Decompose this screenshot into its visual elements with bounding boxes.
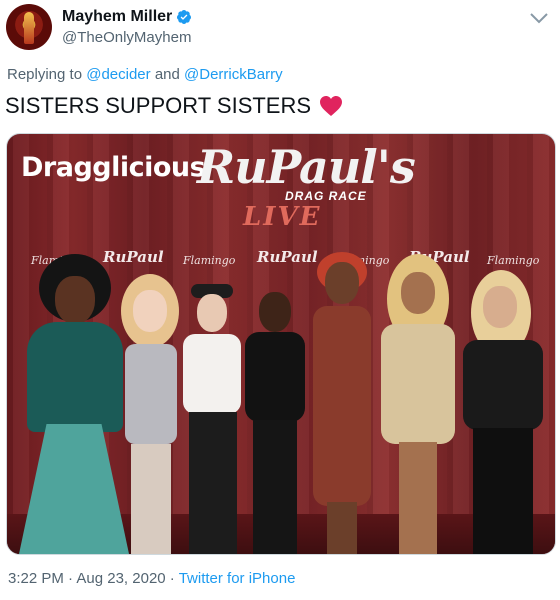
reply-prefix: Replying to — [7, 66, 87, 83]
meta-separator: · — [165, 570, 179, 587]
red-heart-icon — [319, 95, 343, 117]
photo-person — [305, 252, 379, 554]
tweet: Mayhem Miller @TheOnlyMayhem Replying to… — [0, 0, 560, 600]
tweet-date[interactable]: Aug 23, 2020 — [76, 570, 165, 587]
photo-person — [455, 270, 551, 554]
tweet-body: SISTERS SUPPORT SISTERS — [5, 93, 312, 118]
reply-context: Replying to @decider and @DerrickBarry — [7, 66, 283, 83]
reply-and: and — [150, 66, 185, 83]
handle[interactable]: @TheOnlyMayhem — [62, 28, 192, 48]
tweet-text: SISTERS SUPPORT SISTERS — [5, 92, 343, 120]
avatar[interactable] — [6, 4, 52, 50]
meta-separator: · — [63, 570, 77, 587]
tweet-source[interactable]: Twitter for iPhone — [179, 570, 296, 587]
tweet-meta: 3:22 PM · Aug 23, 2020 · Twitter for iPh… — [8, 570, 295, 587]
photo-brand-dragglicious: Dragglicious — [21, 152, 206, 183]
photo-brand-dragrace: DRAG RACE — [285, 189, 367, 203]
mention-decider[interactable]: @decider — [86, 66, 150, 83]
author-block: Mayhem Miller @TheOnlyMayhem — [62, 7, 192, 48]
photo-sponsor: Flamingo — [487, 254, 540, 267]
photo-person — [177, 284, 247, 554]
more-options-icon[interactable] — [528, 8, 550, 28]
tweet-time[interactable]: 3:22 PM — [8, 570, 64, 587]
mention-derrickbarry[interactable]: @DerrickBarry — [184, 66, 283, 83]
photo-person — [239, 292, 311, 554]
photo-person — [15, 254, 129, 554]
photo-brand-live: LIVE — [243, 202, 322, 232]
verified-badge-icon — [176, 9, 192, 25]
photo-person — [375, 254, 461, 554]
photo-brand-rupaul: RuPaul's — [197, 140, 416, 194]
display-name[interactable]: Mayhem Miller — [62, 7, 172, 27]
photo-sponsor: Flamingo — [183, 254, 236, 267]
tweet-photo[interactable]: Dragglicious RuPaul's DRAG RACE LIVE Fla… — [6, 133, 556, 555]
